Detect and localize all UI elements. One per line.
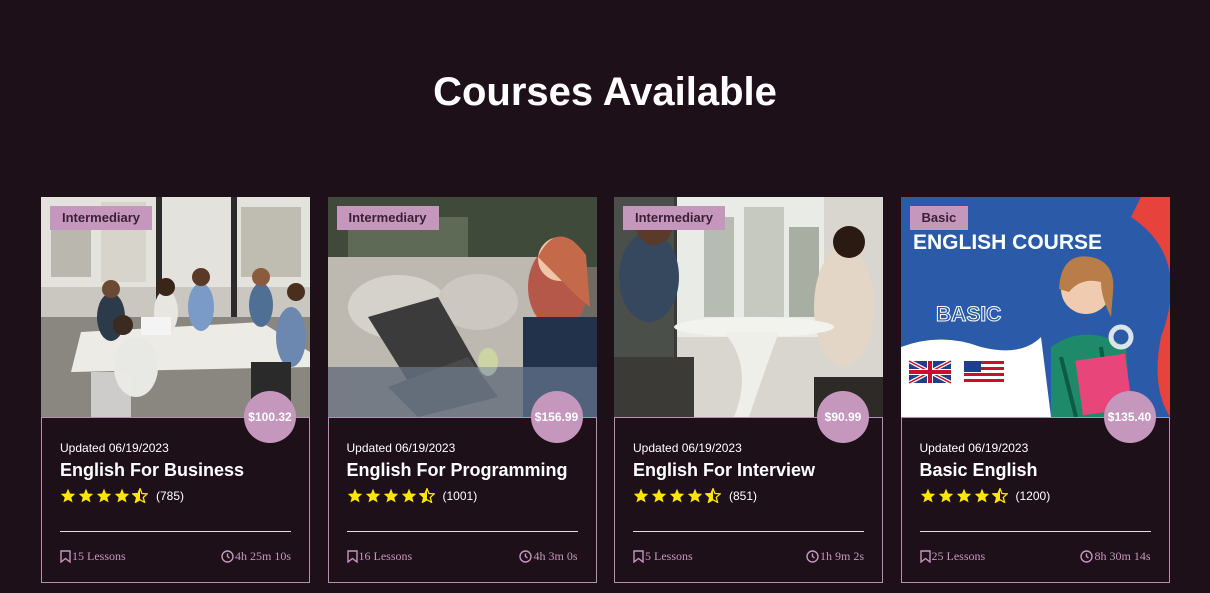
banner-subtitle: BASIC [936, 303, 1001, 326]
star-icon [938, 488, 953, 503]
star-icon [633, 488, 649, 503]
course-title[interactable]: English For Programming [347, 460, 568, 481]
divider [346, 531, 578, 532]
course-image[interactable]: Intermediary [327, 197, 597, 417]
section-title: Courses Available [433, 70, 777, 114]
star-icon [78, 488, 94, 503]
course-title[interactable]: English For Business [60, 460, 244, 481]
rating: (1001) [347, 488, 478, 503]
course-meta: 5 Lessons 1h 9m 2s [633, 549, 864, 564]
lessons: 5 Lessons [633, 549, 693, 564]
star-half-icon [705, 488, 721, 503]
price-badge: $100.32 [244, 391, 296, 443]
star-icon [401, 488, 416, 503]
course-meta: 25 Lessons 8h 30m 14s [919, 549, 1151, 564]
price-badge: $156.99 [530, 391, 583, 443]
star-icon [96, 488, 112, 503]
price-badge: $90.99 [817, 391, 869, 443]
star-icon [347, 488, 362, 503]
course-card[interactable]: Intermediary $156.99 Updated 06/19/2023 … [327, 197, 597, 583]
star-icon [114, 488, 130, 503]
level-badge: Intermediary [50, 206, 153, 230]
rating-count: (1001) [442, 488, 478, 503]
level-badge: Intermediary [623, 206, 726, 230]
star-icon [687, 488, 703, 503]
level-badge: Intermediary [336, 206, 439, 230]
duration-text: 4h 25m 10s [234, 549, 291, 563]
duration: 4h 3m 0s [519, 549, 578, 564]
courses-page: Courses Available Intermediary $100.32 U… [0, 0, 1210, 593]
star-icon [365, 488, 380, 503]
course-image[interactable]: Intermediary [614, 197, 883, 417]
star-half-icon [418, 488, 435, 503]
rating: (785) [60, 488, 184, 503]
clock-icon [1080, 550, 1094, 563]
updated-date: Updated 06/19/2023 [346, 441, 456, 455]
course-title[interactable]: Basic English [920, 460, 1038, 481]
star-icon [669, 488, 685, 503]
course-card[interactable]: ENGLISH COURSE BASIC Basic $135.40 Updat… [900, 197, 1170, 583]
bookmark-icon [633, 550, 644, 563]
star-half-icon [991, 488, 1008, 503]
clock-icon [519, 550, 533, 563]
star-icon [651, 488, 667, 503]
rating: (851) [633, 488, 757, 503]
duration: 8h 30m 14s [1080, 549, 1151, 564]
course-list: Intermediary $100.32 Updated 06/19/2023 … [41, 197, 1170, 583]
duration-text: 8h 30m 14s [1094, 549, 1151, 563]
duration-text: 4h 3m 0s [533, 549, 578, 563]
level-badge: Basic [909, 206, 969, 230]
bookmark-icon [60, 550, 71, 563]
star-rating [347, 488, 437, 503]
star-icon [60, 488, 76, 503]
price-badge: $135.40 [1103, 391, 1156, 443]
clock-icon [221, 550, 234, 563]
lessons-count: 5 Lessons [645, 549, 693, 563]
star-rating [60, 488, 150, 503]
course-meta: 15 Lessons 4h 25m 10s [60, 549, 291, 564]
course-meta: 16 Lessons 4h 3m 0s [346, 549, 578, 564]
us-flag-icon [963, 361, 1004, 383]
interview-table-photo [614, 197, 883, 417]
divider [919, 531, 1151, 532]
star-rating [920, 488, 1010, 503]
divider [60, 531, 291, 532]
star-icon [956, 488, 971, 503]
clock-icon [806, 550, 819, 563]
banner-heading: ENGLISH COURSE [913, 231, 1102, 254]
rating-count: (785) [156, 488, 185, 503]
updated-date: Updated 06/19/2023 [60, 441, 169, 455]
star-rating [633, 488, 723, 503]
lessons: 15 Lessons [60, 549, 126, 564]
star-half-icon [132, 488, 148, 503]
lessons-count: 16 Lessons [358, 549, 413, 563]
course-card[interactable]: Intermediary $90.99 Updated 06/19/2023 E… [614, 197, 883, 583]
course-title[interactable]: English For Interview [633, 460, 815, 481]
rating-count: (1200) [1015, 488, 1051, 503]
star-icon [920, 488, 935, 503]
english-course-banner: ENGLISH COURSE BASIC [900, 197, 1170, 417]
course-image[interactable]: ENGLISH COURSE BASIC Basic [900, 197, 1170, 417]
uk-flag-icon [907, 359, 952, 385]
lessons-count: 15 Lessons [72, 549, 126, 563]
divider [633, 531, 864, 532]
lessons: 25 Lessons [919, 549, 986, 564]
updated-date: Updated 06/19/2023 [919, 441, 1029, 455]
lessons: 16 Lessons [346, 549, 413, 564]
duration: 1h 9m 2s [806, 549, 864, 564]
course-image[interactable]: Intermediary [41, 197, 310, 417]
duration-text: 1h 9m 2s [819, 549, 864, 563]
star-icon [974, 488, 989, 503]
lessons-count: 25 Lessons [931, 549, 986, 563]
updated-date: Updated 06/19/2023 [633, 441, 742, 455]
rating: (1200) [920, 488, 1051, 503]
star-icon [383, 488, 398, 503]
bookmark-icon [919, 550, 931, 563]
course-card[interactable]: Intermediary $100.32 Updated 06/19/2023 … [41, 197, 310, 583]
business-meeting-photo [41, 197, 310, 417]
woman-headset-laptop-photo [327, 197, 597, 417]
duration: 4h 25m 10s [221, 549, 291, 564]
bookmark-icon [346, 550, 358, 563]
rating-count: (851) [729, 488, 758, 503]
